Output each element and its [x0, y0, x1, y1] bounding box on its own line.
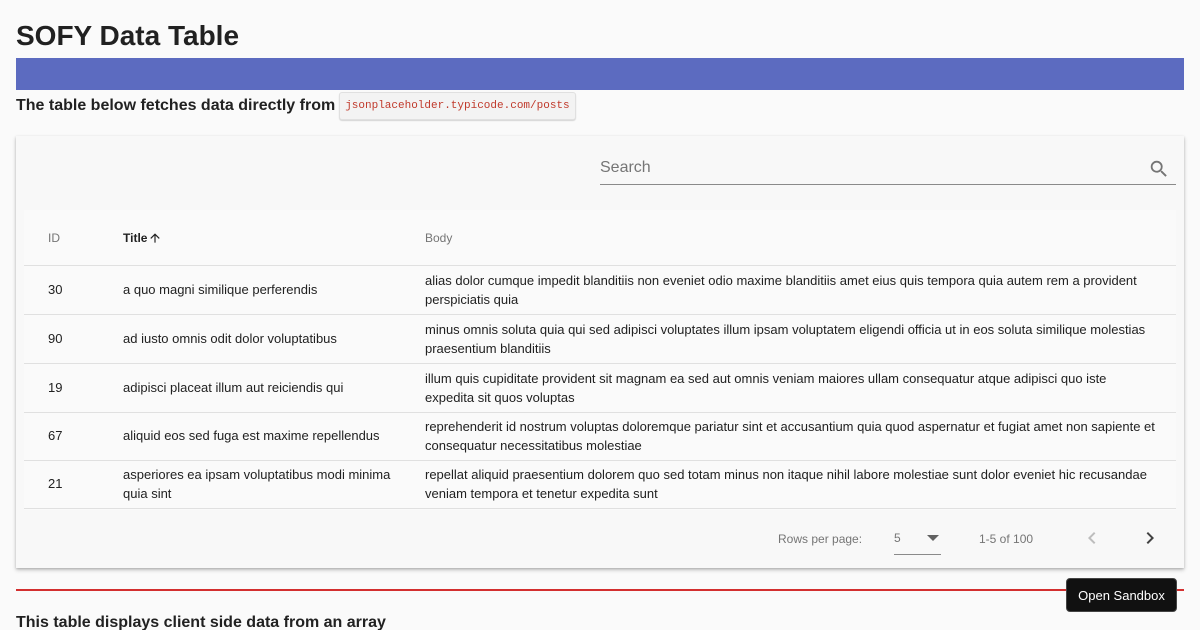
cell-body: repellat aliquid praesentium dolorem quo… — [425, 466, 1147, 502]
table-row: 67 aliquid eos sed fuga est maxime repel… — [24, 412, 1176, 461]
intro-label: The table below fetches data directly fr… — [16, 97, 336, 114]
cell-id: 90 — [48, 331, 63, 347]
rows-per-page-label: Rows per page: — [778, 532, 863, 546]
page: SOFY Data Table The table below fetches … — [0, 0, 1200, 630]
chevron-right-icon[interactable] — [1138, 526, 1162, 550]
intro-text: The table below fetches data directly fr… — [16, 92, 576, 120]
table-header: ID Title Body — [24, 210, 1176, 266]
column-header-title[interactable]: Title — [123, 230, 162, 246]
chevron-left-icon[interactable] — [1080, 526, 1104, 550]
data-table: ID Title Body 30 a quo magni similique p… — [24, 210, 1176, 510]
cell-body: reprehenderit id nostrum voluptas dolore… — [425, 418, 1155, 454]
cell-title: ad iusto omnis odit dolor voluptatibus — [123, 331, 337, 347]
cell-body: alias dolor cumque impedit blanditiis no… — [425, 272, 1137, 308]
rows-per-page-value: 5 — [894, 531, 901, 545]
header-banner — [16, 58, 1184, 90]
cell-id: 19 — [48, 380, 63, 396]
column-header-title-label: Title — [123, 231, 148, 245]
cell-title: a quo magni similique perferendis — [123, 282, 318, 298]
cell-id: 30 — [48, 282, 63, 298]
cell-body: minus omnis soluta quia qui sed adipisci… — [425, 321, 1146, 357]
rows-per-page-select[interactable]: 5 — [894, 524, 941, 555]
open-sandbox-button[interactable]: Open Sandbox — [1066, 578, 1177, 612]
cell-title: adipisci placeat illum aut reiciendis qu… — [123, 380, 344, 396]
api-url-code: jsonplaceholder.typicode.com/posts — [339, 92, 576, 120]
column-header-body[interactable]: Body — [425, 230, 452, 246]
table-row: 30 a quo magni similique perferendis ali… — [24, 266, 1176, 315]
table-row: 90 ad iusto omnis odit dolor voluptatibu… — [24, 315, 1176, 364]
data-table-card: ID Title Body 30 a quo magni similique p… — [16, 136, 1184, 568]
section-heading: This table displays client side data fro… — [16, 614, 386, 630]
table-row: 19 adipisci placeat illum aut reiciendis… — [24, 364, 1176, 413]
search-input[interactable] — [600, 156, 1140, 180]
table-pagination: Rows per page: 5 1-5 of 100 — [24, 510, 1176, 566]
cell-id: 67 — [48, 428, 63, 444]
search-icon[interactable] — [1148, 158, 1170, 180]
dropdown-caret-icon — [927, 535, 939, 541]
pagination-range: 1-5 of 100 — [979, 532, 1034, 546]
column-header-id[interactable]: ID — [48, 230, 60, 246]
cell-id: 21 — [48, 476, 63, 492]
search-box — [600, 152, 1176, 185]
table-row: 21 asperiores ea ipsam voluptatibus modi… — [24, 460, 1176, 509]
arrow-up-icon — [150, 233, 161, 243]
cell-title: asperiores ea ipsam voluptatibus modi mi… — [123, 466, 391, 502]
cell-title: aliquid eos sed fuga est maxime repellen… — [123, 428, 380, 444]
cell-body: illum quis cupiditate provident sit magn… — [425, 370, 1107, 406]
page-title: SOFY Data Table — [16, 20, 240, 51]
section-divider — [16, 589, 1184, 591]
